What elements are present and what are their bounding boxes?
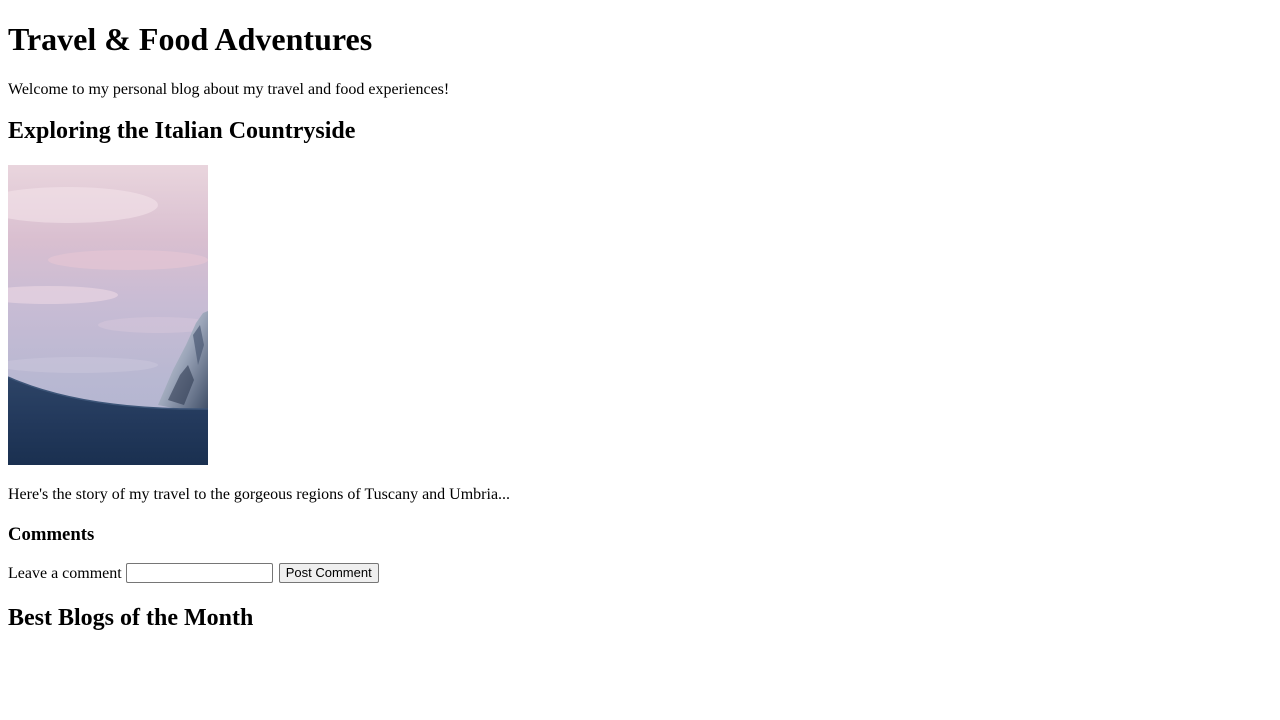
- comment-label: Leave a comment: [8, 564, 122, 582]
- page-title: Travel & Food Adventures: [8, 21, 373, 57]
- comments-heading: Comments: [8, 524, 95, 545]
- post-comment-button[interactable]: Post Comment: [278, 563, 379, 584]
- post-excerpt: Here's the story of my travel to the gor…: [8, 486, 511, 503]
- comment-input[interactable]: [125, 563, 273, 584]
- post-title: Exploring the Italian Countryside: [8, 118, 356, 144]
- intro-text: Welcome to my personal blog about my tra…: [8, 81, 450, 98]
- comment-form: Leave a comment Post Comment: [8, 562, 379, 584]
- best-blogs-heading: Best Blogs of the Month: [8, 605, 254, 631]
- post-image: [8, 165, 208, 465]
